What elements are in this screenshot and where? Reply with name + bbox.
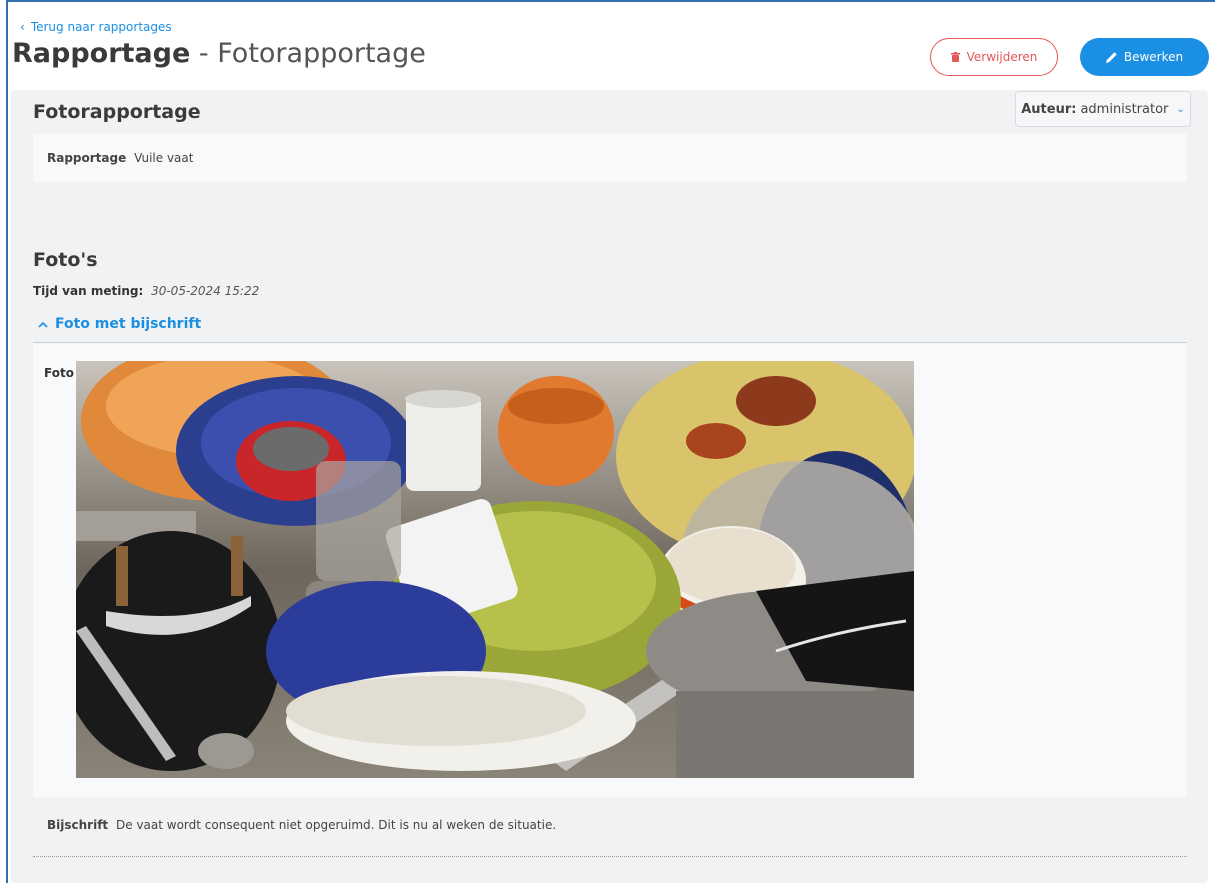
dishes-photo — [76, 361, 914, 778]
caption-label: Bijschrift — [47, 818, 109, 832]
divider — [33, 342, 1187, 343]
report-field-label: Rapportage — [47, 151, 127, 165]
photo-caption-toggle-label: Foto met bijschrift — [55, 316, 202, 332]
photo-caption-toggle[interactable]: Foto met bijschrift — [38, 316, 201, 332]
dotted-divider — [33, 856, 1187, 857]
report-field-value: Vuile vaat — [134, 151, 194, 165]
measurement-time-value: 30-05-2024 15:22 — [151, 284, 260, 298]
section-title-fotorapportage: Fotorapportage — [33, 101, 201, 123]
trash-icon — [950, 52, 960, 62]
measurement-time: Tijd van meting: 30-05-2024 15:22 — [33, 284, 259, 298]
edit-button[interactable]: Bewerken — [1080, 38, 1209, 76]
photo-label: Foto — [44, 366, 74, 380]
chevron-down-icon: ⌄ — [1176, 103, 1185, 115]
edit-button-label: Bewerken — [1123, 50, 1184, 64]
measurement-time-label: Tijd van meting: — [33, 284, 144, 298]
page-title-separator: - — [198, 38, 209, 69]
chevron-up-icon — [38, 316, 48, 332]
author-label: Auteur: — [1021, 101, 1077, 117]
window-frame-left — [6, 0, 8, 883]
window-frame-top — [6, 0, 1215, 2]
chevron-left-icon: ‹ — [20, 20, 25, 34]
page-title: Rapportage - Fotorapportage — [12, 38, 426, 69]
author-value: administrator — [1080, 101, 1169, 117]
section-title-photos: Foto's — [33, 249, 98, 271]
back-to-reports-link[interactable]: ‹ Terug naar rapportages — [20, 20, 172, 34]
delete-button[interactable]: Verwijderen — [930, 38, 1058, 76]
delete-button-label: Verwijderen — [966, 50, 1038, 64]
report-info-box: Rapportage Vuile vaat — [33, 134, 1187, 182]
pencil-icon — [1105, 51, 1117, 63]
back-link-label: Terug naar rapportages — [30, 20, 172, 34]
page-title-sub: Fotorapportage — [217, 38, 426, 69]
author-dropdown[interactable]: Auteur: administrator ⌄ — [1015, 91, 1191, 127]
page-title-main: Rapportage — [12, 38, 191, 69]
photo-caption: Bijschrift De vaat wordt consequent niet… — [47, 818, 556, 832]
caption-value: De vaat wordt consequent niet opgeruimd.… — [116, 818, 557, 832]
